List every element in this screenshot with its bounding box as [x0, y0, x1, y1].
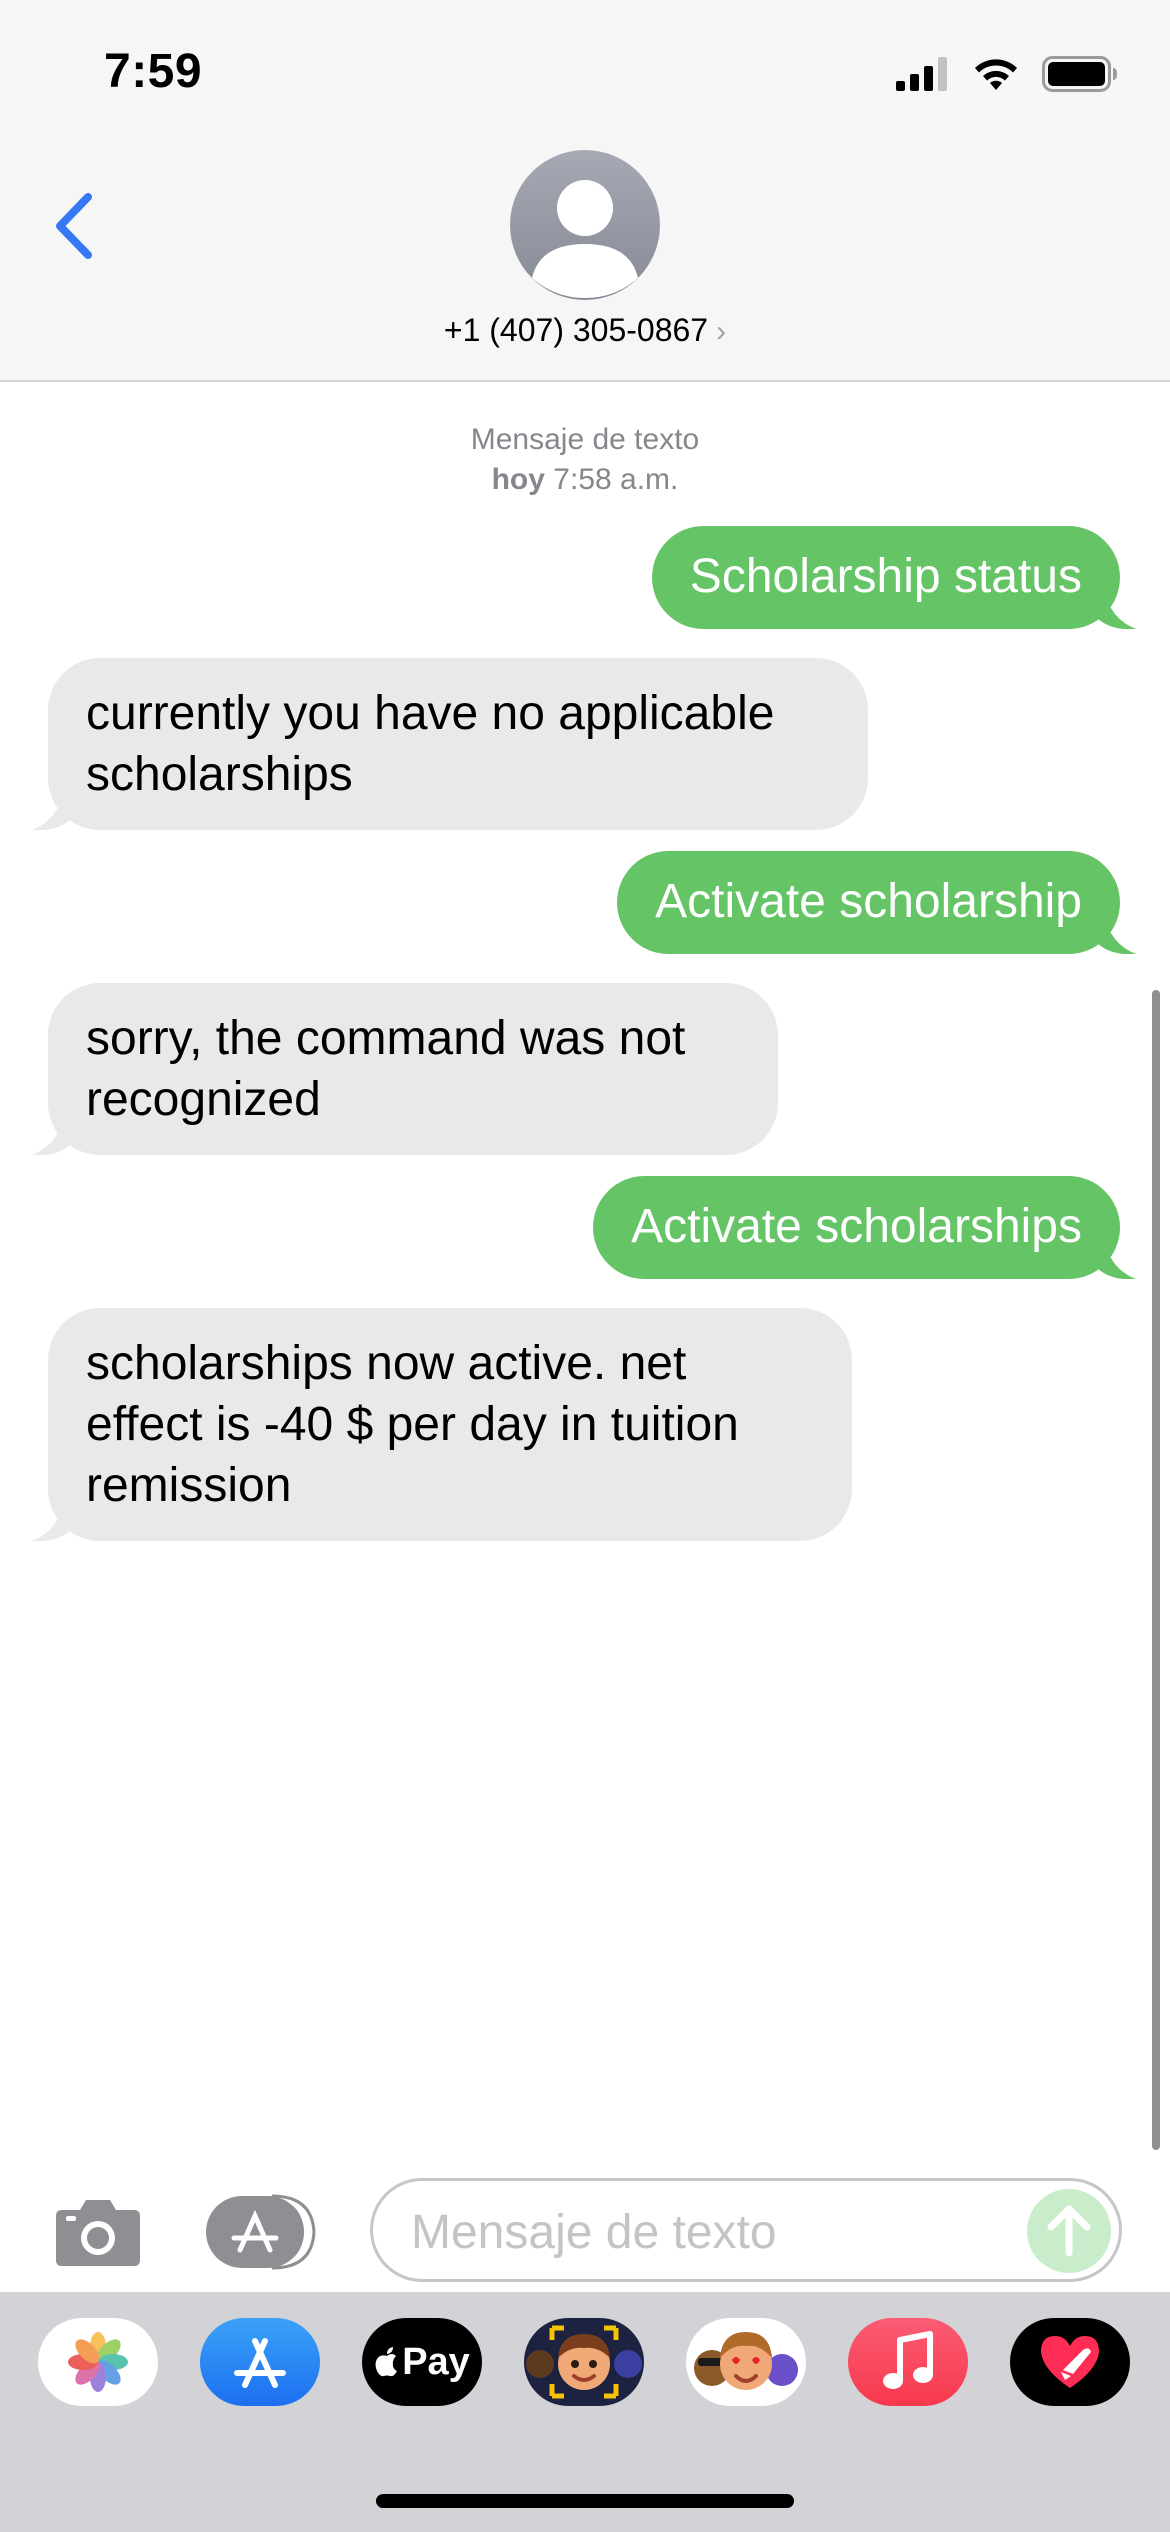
- app-music[interactable]: [848, 2318, 968, 2406]
- bubble-tail: [32, 1115, 72, 1155]
- sent-message-bubble[interactable]: Activate scholarship: [617, 851, 1136, 954]
- message-text: sorry, the command was not recognized: [86, 1012, 686, 1126]
- message-text: Activate scholarships: [631, 1200, 1082, 1253]
- timestamp-time: 7:58 a.m.: [553, 463, 679, 496]
- bubble-tail: [32, 1501, 72, 1541]
- app-animoji-stickers[interactable]: [686, 2318, 806, 2406]
- message-text: currently you have no applicable scholar…: [86, 687, 775, 801]
- bubble-tail: [32, 790, 72, 830]
- chevron-right-icon: ›: [716, 315, 727, 348]
- animoji-stickers-icon: [694, 2332, 798, 2390]
- cellular-signal-icon: [896, 57, 947, 91]
- digital-touch-heart-icon: [1041, 2336, 1099, 2388]
- contact-number-text: +1 (407) 305-0867: [443, 312, 709, 348]
- photos-icon: [68, 2332, 128, 2392]
- person-silhouette-icon: [532, 180, 638, 298]
- conversation-scrollbar[interactable]: [1152, 990, 1160, 2150]
- app-digital-touch[interactable]: [1010, 2318, 1130, 2406]
- timestamp-day: hoy: [491, 463, 545, 496]
- camera-button[interactable]: [54, 2196, 142, 2268]
- received-message-bubble[interactable]: currently you have no applicable scholar…: [32, 658, 868, 830]
- message-input[interactable]: Mensaje de texto: [370, 2178, 1122, 2282]
- apple-pay-label: Pay: [402, 2340, 470, 2383]
- conversation-timestamp: Mensaje de texto hoy 7:58 a.m.: [0, 420, 1170, 500]
- apps-button[interactable]: [206, 2194, 322, 2270]
- home-indicator[interactable]: [376, 2494, 794, 2508]
- status-time: 7:59: [104, 45, 203, 98]
- bubble-tail: [1096, 589, 1136, 629]
- arrow-up-icon: [1047, 2205, 1091, 2257]
- send-button[interactable]: [1027, 2189, 1111, 2273]
- back-button[interactable]: [44, 186, 104, 266]
- received-message-bubble[interactable]: scholarships now active. net effect is -…: [32, 1308, 852, 1541]
- battery-icon: [1042, 56, 1117, 92]
- contact-avatar[interactable]: [510, 150, 660, 300]
- app-store-icon: [206, 2194, 316, 2270]
- sent-message-bubble[interactable]: Scholarship status: [651, 526, 1136, 629]
- app-app-store[interactable]: [200, 2318, 320, 2406]
- message-input-placeholder: Mensaje de texto: [411, 2206, 777, 2259]
- apple-logo-icon: [375, 2347, 398, 2377]
- memoji-icon: [526, 2325, 642, 2399]
- bubble-tail: [1096, 914, 1136, 954]
- navigation-header: 7:59 +1 (407) 305-0867 ›: [0, 0, 1170, 382]
- contact-number[interactable]: +1 (407) 305-0867 ›: [0, 312, 1170, 349]
- chevron-left-icon: [56, 193, 92, 259]
- music-note-icon: [883, 2331, 933, 2389]
- message-type-label: Mensaje de texto: [470, 423, 700, 456]
- app-apple-pay[interactable]: Pay: [362, 2318, 482, 2406]
- message-text: Activate scholarship: [655, 875, 1082, 928]
- message-text: Scholarship status: [689, 550, 1082, 603]
- bubble-tail: [1096, 1239, 1136, 1279]
- wifi-icon: [975, 59, 1017, 90]
- status-icons: [896, 50, 1118, 98]
- sent-message-bubble[interactable]: Activate scholarships: [593, 1176, 1136, 1279]
- message-text: scholarships now active. net effect is -…: [86, 1337, 739, 1512]
- camera-icon: [56, 2200, 140, 2266]
- app-photos[interactable]: [38, 2318, 158, 2406]
- received-message-bubble[interactable]: sorry, the command was not recognized: [32, 983, 778, 1155]
- app-memoji[interactable]: [524, 2318, 644, 2406]
- app-store-a-icon: [234, 2338, 286, 2388]
